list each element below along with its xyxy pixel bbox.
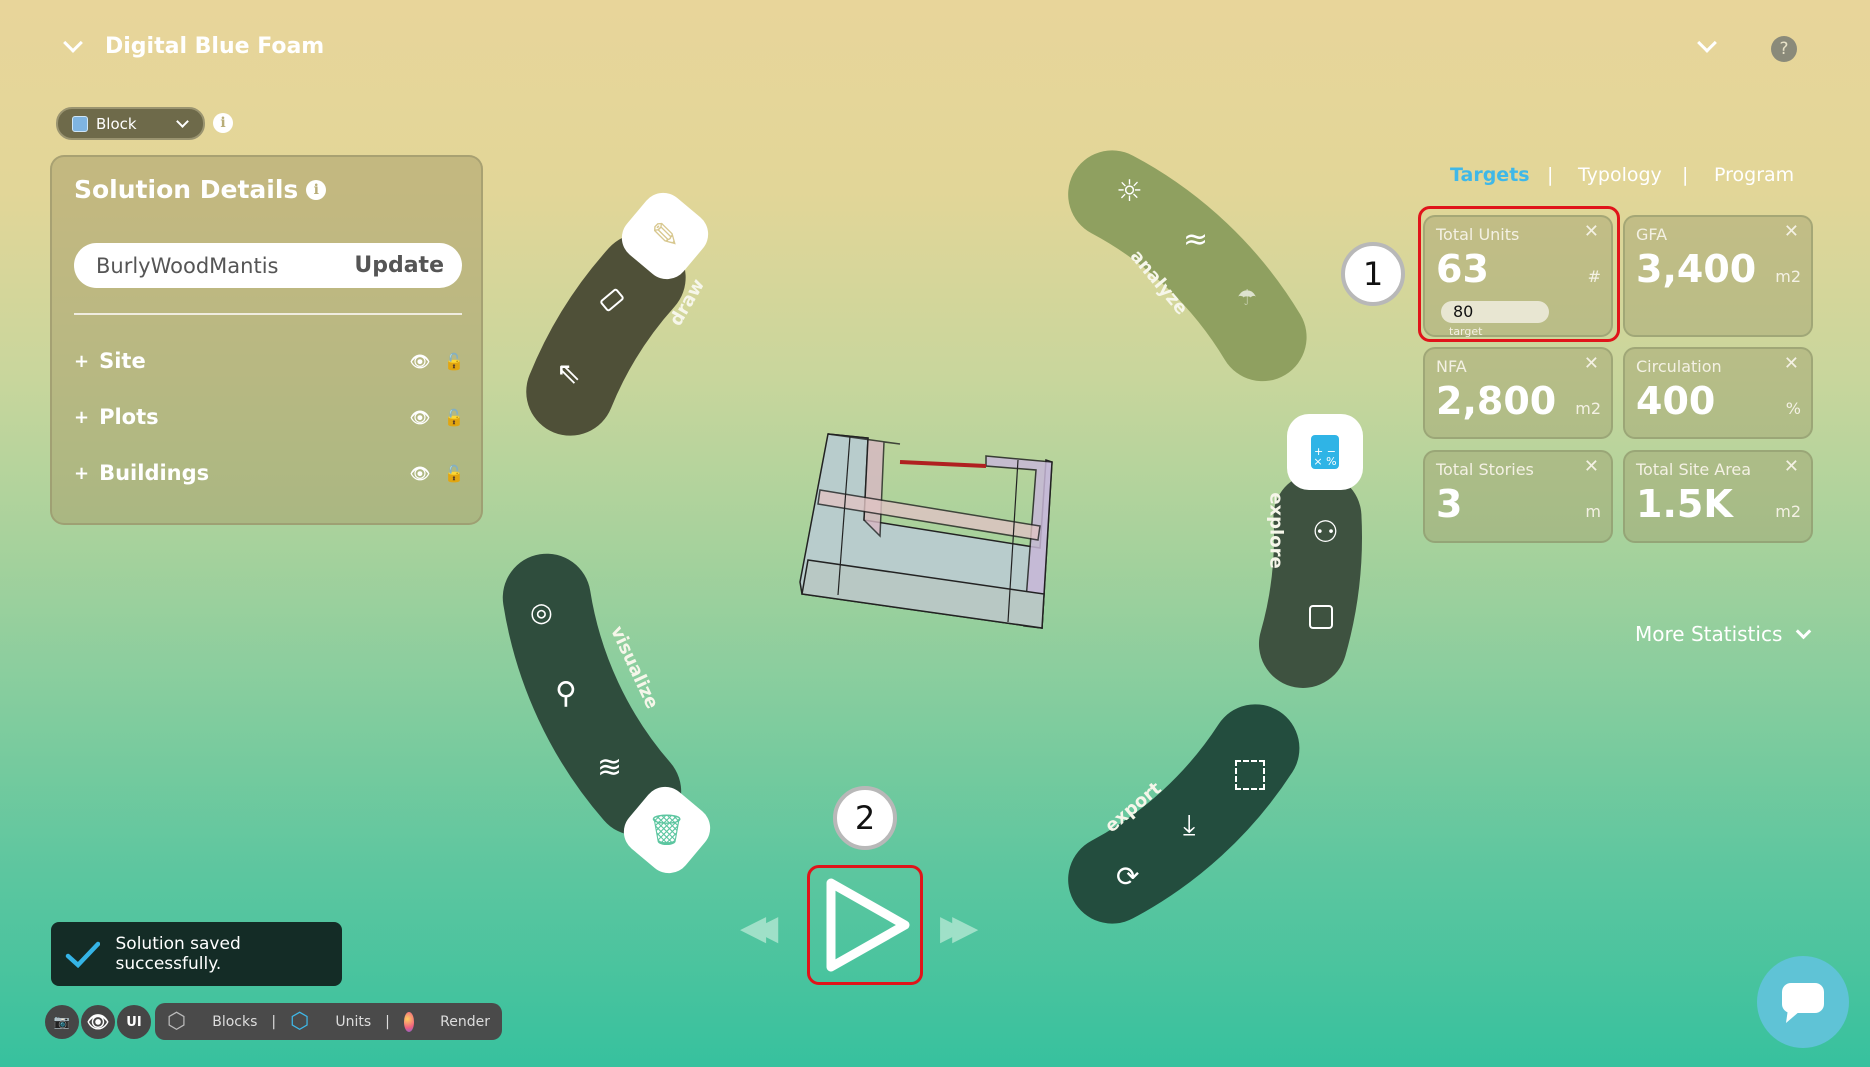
eye-icon[interactable]: 👁 <box>81 1005 115 1039</box>
save-icon[interactable] <box>1305 601 1337 633</box>
fast-forward-icon[interactable]: ▶▶ <box>940 908 978 948</box>
layers-icon[interactable]: ≋ <box>597 750 622 785</box>
blocks-button[interactable]: Blocks <box>212 1014 257 1030</box>
checkmark-icon <box>65 941 100 968</box>
refresh-icon[interactable]: ⟳ <box>1116 860 1139 893</box>
location-pin-icon[interactable]: ⚲ <box>555 676 577 711</box>
chat-icon <box>1782 983 1824 1023</box>
rain-icon[interactable]: ☂ <box>1237 286 1257 311</box>
annotation-marker-2: 2 <box>833 786 897 850</box>
sun-icon[interactable]: ☼ <box>1116 174 1143 209</box>
units-icon[interactable]: ⬡ <box>290 1009 309 1034</box>
blocks-icon[interactable]: ⬡ <box>167 1009 186 1034</box>
play-icon <box>826 878 910 972</box>
calculator-icon: + − × % <box>1311 435 1339 469</box>
rewind-icon[interactable]: ◀◀ <box>740 908 778 948</box>
explore-label: explore <box>1265 492 1287 569</box>
download-icon[interactable]: ⤓ <box>1183 808 1195 842</box>
radial-menu <box>502 150 1362 924</box>
render-button[interactable]: Render <box>440 1014 490 1030</box>
chat-button[interactable] <box>1757 956 1849 1048</box>
options-grid-icon[interactable]: ⚇ <box>1312 515 1339 550</box>
building-model <box>799 433 1053 629</box>
trash-icon: 🗑 <box>647 812 687 848</box>
calculator-button[interactable]: + − × % <box>1287 414 1363 490</box>
select-cursor-icon[interactable]: ⇖ <box>556 356 581 391</box>
render-icon[interactable] <box>403 1011 415 1032</box>
fullscreen-icon[interactable] <box>1235 760 1265 790</box>
camera-rotate-icon[interactable]: ◎ <box>530 598 553 628</box>
success-toast: Solution saved successfully. <box>51 922 342 986</box>
pencil-icon: ✎ <box>650 216 680 256</box>
play-button[interactable] <box>807 865 923 985</box>
camera-icon[interactable]: 📷 <box>45 1005 79 1039</box>
ui-toggle-button[interactable]: UI <box>117 1005 151 1039</box>
wind-icon[interactable]: ≈ <box>1183 222 1208 257</box>
view-mode-bar: ⬡ Blocks | ⬡ Units | Render <box>155 1003 502 1040</box>
units-button[interactable]: Units <box>335 1014 371 1030</box>
